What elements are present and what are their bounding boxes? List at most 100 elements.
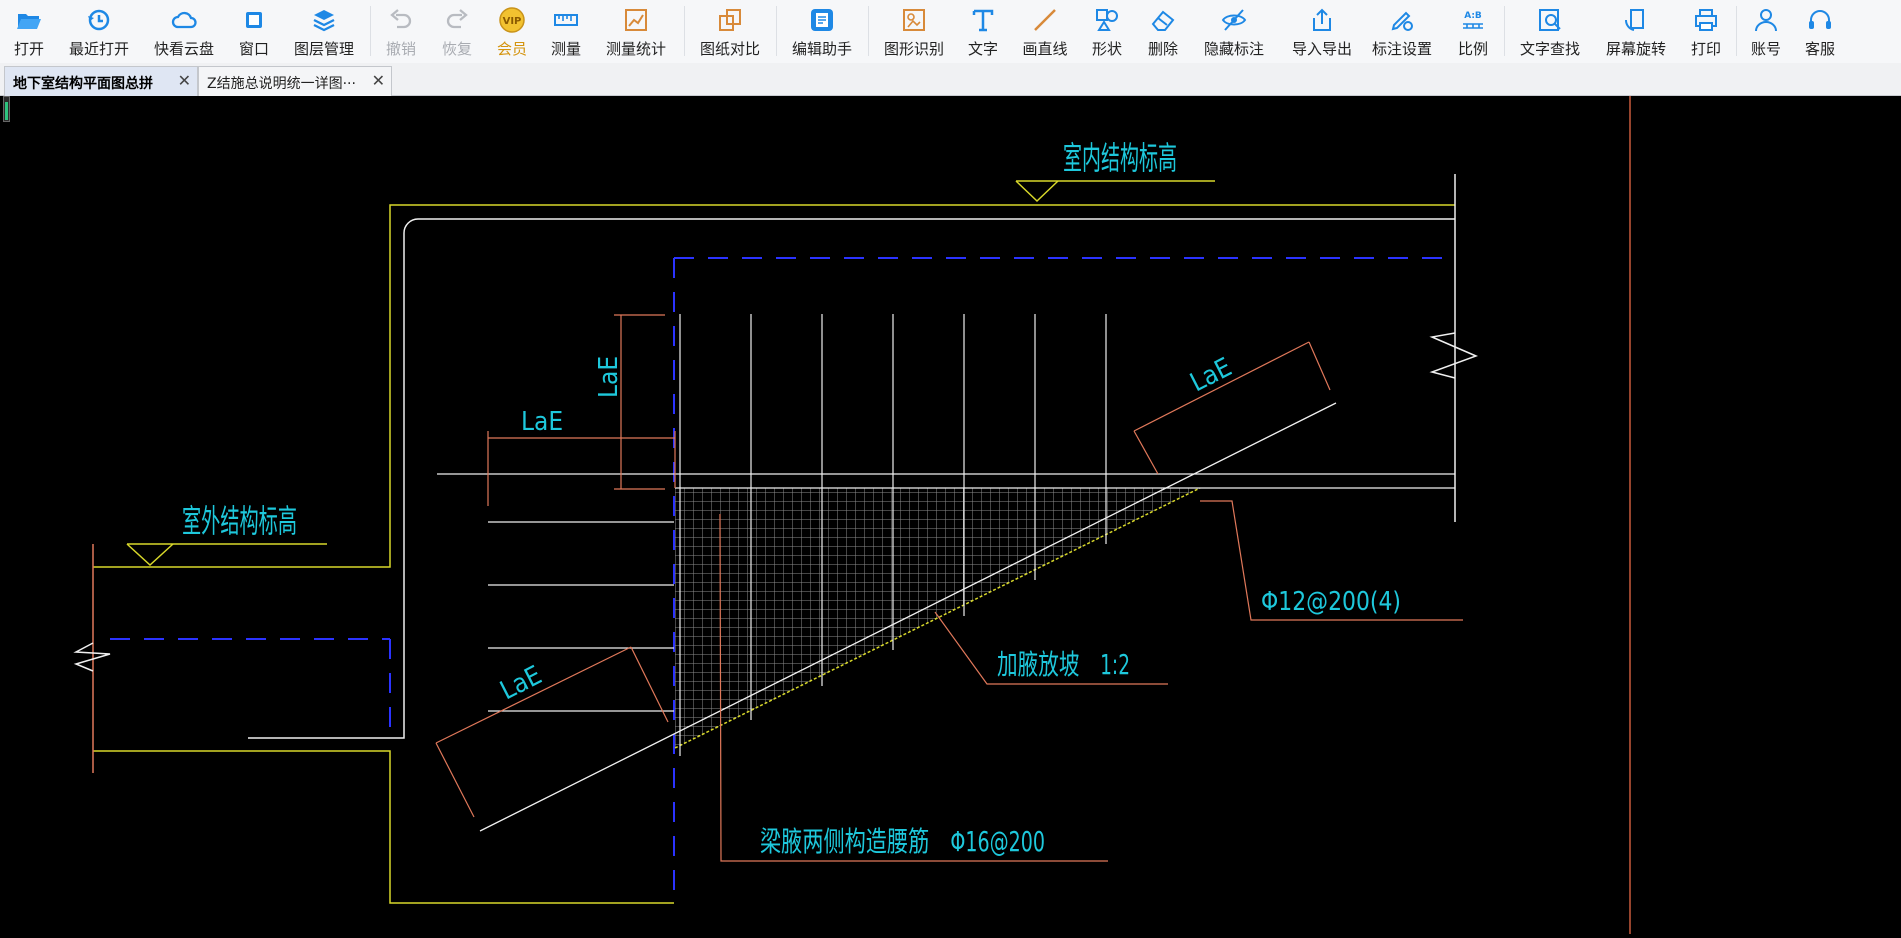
headset-icon bbox=[1809, 10, 1831, 29]
tab-basement-plan[interactable]: 地下室结构平面图总拼 ✕ bbox=[4, 66, 198, 96]
vip-button[interactable]: VIP 会员 bbox=[490, 0, 534, 63]
annotation-settings-button[interactable]: 标注设置 bbox=[1370, 0, 1434, 63]
toolbar-label: 窗口 bbox=[238, 40, 269, 58]
history-clock-icon bbox=[88, 9, 110, 31]
window-icon bbox=[246, 12, 262, 28]
account-button[interactable]: 账号 bbox=[1744, 0, 1788, 63]
shape-recognition-button[interactable]: 图形识别 bbox=[876, 0, 952, 63]
cad-drawing-canvas[interactable]: 室内结构标高 室外结构标高 LaE LaE LaE LaE Φ12@200(4)… bbox=[0, 96, 1901, 934]
document-tab-bar: 地下室结构平面图总拼 ✕ Z结施总说明统一详图··· ✕ bbox=[0, 63, 1901, 96]
loading-progress-bar bbox=[3, 96, 10, 122]
shapes-icon bbox=[1096, 9, 1118, 31]
compare-icon bbox=[719, 9, 741, 31]
redo-button[interactable]: 恢复 bbox=[434, 0, 480, 63]
outdoor-elevation-marker bbox=[126, 543, 327, 567]
toolbar-separator bbox=[776, 6, 777, 56]
cad-drawing: 室内结构标高 室外结构标高 LaE LaE LaE LaE Φ12@200(4)… bbox=[73, 96, 1631, 934]
measure-stats-button[interactable]: 测量统计 bbox=[598, 0, 674, 63]
indoor-elevation-label: 室内结构标高 bbox=[1063, 139, 1177, 177]
screen-rotate-button[interactable]: 屏幕旋转 bbox=[1598, 0, 1674, 63]
toolbar-label: 测量统计 bbox=[605, 40, 666, 58]
lae-left-label: LaE bbox=[521, 407, 563, 437]
import-export-button[interactable]: 导入导出 bbox=[1284, 0, 1360, 63]
toolbar-label: 图纸对比 bbox=[699, 40, 760, 58]
line-icon bbox=[1034, 9, 1056, 31]
toolbar-label: 账号 bbox=[1750, 40, 1781, 58]
annotation-settings-icon bbox=[1391, 11, 1413, 31]
waist-rebar-label: 梁腋两侧构造腰筋 Φ16@200 bbox=[760, 825, 1045, 858]
toolbar-label: 导入导出 bbox=[1291, 40, 1352, 58]
text-search-icon bbox=[1539, 9, 1561, 31]
toolbar-label: 删除 bbox=[1147, 40, 1178, 58]
layer-manager-button[interactable]: 图层管理 bbox=[288, 0, 360, 63]
cloud-icon bbox=[171, 11, 197, 29]
toolbar-label: 客服 bbox=[1804, 40, 1835, 58]
toolbar-label: 会员 bbox=[496, 40, 527, 58]
main-toolbar: 打开 最近打开 快看云盘 窗口 图层管理 撤销 恢复 VIP 会员 测量 测量统… bbox=[0, 0, 1901, 64]
break-symbol-right bbox=[1429, 332, 1479, 379]
cloud-drive-button[interactable]: 快看云盘 bbox=[146, 0, 222, 63]
outdoor-elevation-label: 室外结构标高 bbox=[182, 502, 297, 540]
tab-label: 地下室结构平面图总拼 bbox=[13, 76, 153, 92]
folder-open-icon bbox=[17, 14, 41, 29]
import-export-icon bbox=[1313, 8, 1331, 31]
shape-button[interactable]: 形状 bbox=[1084, 0, 1130, 63]
rotate-screen-icon bbox=[1624, 9, 1644, 31]
toolbar-separator bbox=[868, 6, 869, 56]
toolbar-label: 打开 bbox=[13, 40, 44, 58]
vip-badge-text: VIP bbox=[503, 16, 522, 27]
hide-eye-icon bbox=[1221, 9, 1247, 31]
redo-icon bbox=[446, 9, 468, 29]
delete-button[interactable]: 删除 bbox=[1140, 0, 1186, 63]
stirrup-rebar-label: Φ12@200(4) bbox=[1261, 587, 1401, 617]
measure-stats-icon bbox=[625, 9, 647, 31]
open-button[interactable]: 打开 bbox=[4, 0, 54, 63]
toolbar-label: 形状 bbox=[1091, 40, 1122, 58]
scale-button[interactable]: A:B 比例 bbox=[1450, 0, 1496, 63]
window-button[interactable]: 窗口 bbox=[232, 0, 276, 63]
text-button[interactable]: 文字 bbox=[960, 0, 1006, 63]
scale-icon: A:B bbox=[1463, 11, 1483, 29]
scale-badge-text: A:B bbox=[1464, 11, 1482, 21]
wall-outline-bottom bbox=[93, 750, 674, 904]
toolbar-label: 快看云盘 bbox=[153, 40, 214, 58]
indoor-elevation-marker bbox=[1015, 180, 1215, 203]
lae-bottom-left-label: LaE bbox=[496, 660, 547, 706]
draw-line-button[interactable]: 画直线 bbox=[1016, 0, 1074, 63]
toolbar-label: 文字 bbox=[967, 40, 998, 58]
toolbar-label: 测量 bbox=[550, 40, 581, 58]
drawing-compare-button[interactable]: 图纸对比 bbox=[692, 0, 768, 63]
recent-open-button[interactable]: 最近打开 bbox=[62, 0, 136, 63]
close-icon[interactable]: ✕ bbox=[178, 71, 191, 90]
lae-right-top-label: LaE bbox=[1186, 352, 1237, 398]
user-icon bbox=[1755, 9, 1777, 32]
layers-icon bbox=[313, 10, 335, 32]
edit-assistant-button[interactable]: 编辑助手 bbox=[784, 0, 860, 63]
tab-general-notes[interactable]: Z结施总说明统一详图··· ✕ bbox=[198, 66, 392, 96]
toolbar-label: 画直线 bbox=[1022, 40, 1068, 58]
toolbar-label: 图形识别 bbox=[883, 40, 944, 58]
progress-fill bbox=[5, 101, 8, 120]
eraser-icon bbox=[1151, 10, 1175, 31]
toolbar-label: 图层管理 bbox=[293, 40, 354, 58]
undo-button[interactable]: 撤销 bbox=[378, 0, 424, 63]
diagonal-rebar bbox=[479, 402, 1337, 832]
support-button[interactable]: 客服 bbox=[1798, 0, 1842, 63]
toolbar-separator bbox=[1504, 6, 1505, 56]
toolbar-label: 打印 bbox=[1690, 40, 1721, 58]
undo-icon bbox=[390, 9, 412, 29]
close-icon[interactable]: ✕ bbox=[372, 71, 385, 90]
printer-icon bbox=[1695, 9, 1717, 31]
toolbar-label: 隐藏标注 bbox=[1203, 40, 1264, 58]
toolbar-label: 标注设置 bbox=[1371, 40, 1432, 58]
text-search-button[interactable]: 文字查找 bbox=[1512, 0, 1588, 63]
hide-annotation-button[interactable]: 隐藏标注 bbox=[1196, 0, 1272, 63]
measure-button[interactable]: 测量 bbox=[544, 0, 588, 63]
print-button[interactable]: 打印 bbox=[1684, 0, 1728, 63]
vip-icon: VIP bbox=[499, 7, 525, 33]
toolbar-separator bbox=[1736, 6, 1737, 56]
text-icon bbox=[972, 9, 994, 32]
tab-label: Z结施总说明统一详图··· bbox=[207, 76, 356, 92]
toolbar-label: 撤销 bbox=[385, 40, 416, 58]
toolbar-label: 比例 bbox=[1457, 40, 1488, 58]
